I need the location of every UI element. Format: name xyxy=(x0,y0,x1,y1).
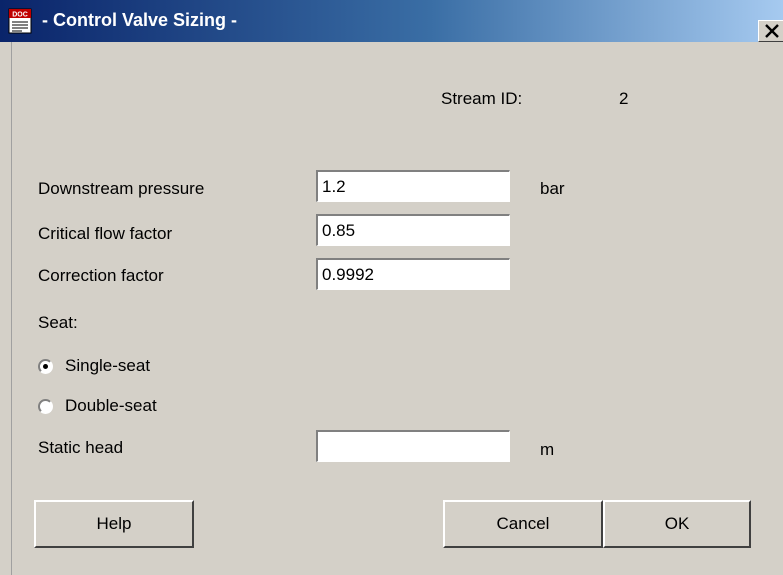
correction-factor-input[interactable] xyxy=(316,258,510,290)
downstream-pressure-input[interactable] xyxy=(316,170,510,202)
dialog-window: DOC - Control Valve Sizing - Stream ID: … xyxy=(0,0,783,575)
stream-id-label: Stream ID: xyxy=(441,89,523,108)
help-button[interactable]: Help xyxy=(34,500,194,548)
correction-factor-label: Correction factor xyxy=(38,266,164,285)
radio-selected-dot xyxy=(43,363,48,369)
doc-icon: DOC xyxy=(8,8,32,34)
title-bar: DOC - Control Valve Sizing - xyxy=(0,0,783,42)
close-icon xyxy=(765,24,779,38)
downstream-pressure-label: Downstream pressure xyxy=(38,179,205,198)
close-button[interactable] xyxy=(758,20,783,42)
single-seat-option[interactable]: Single-seat xyxy=(38,355,150,377)
single-seat-label: Single-seat xyxy=(65,356,151,375)
static-head-label: Static head xyxy=(38,438,124,457)
svg-text:DOC: DOC xyxy=(12,12,28,19)
stream-id-value: 2 xyxy=(619,89,629,108)
single-seat-radio[interactable] xyxy=(38,358,53,374)
cancel-button[interactable]: Cancel xyxy=(443,500,603,548)
seat-label: Seat: xyxy=(38,313,78,332)
downstream-pressure-unit: bar xyxy=(540,179,565,198)
static-head-unit: m xyxy=(540,440,555,459)
ok-button[interactable]: OK xyxy=(603,500,751,548)
left-frame xyxy=(0,42,12,575)
static-head-input[interactable] xyxy=(316,430,510,462)
critical-flow-factor-label: Critical flow factor xyxy=(38,224,173,243)
window-title: - Control Valve Sizing - xyxy=(42,10,238,30)
double-seat-radio[interactable] xyxy=(38,398,53,414)
double-seat-label: Double-seat xyxy=(65,396,157,415)
critical-flow-factor-input[interactable] xyxy=(316,214,510,246)
double-seat-option[interactable]: Double-seat xyxy=(38,395,157,417)
